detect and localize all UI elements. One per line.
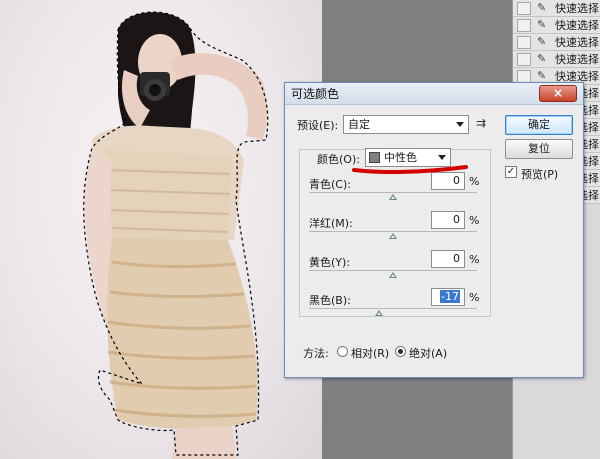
reset-button[interactable]: 复位 [505,139,573,159]
relative-label: 相对(R) [351,347,390,360]
selective-color-dialog: 可选颜色 × 预设(E): 自定 ⇉ 确定 复位 ✓ 预览(P) 颜色(O): … [284,82,584,378]
absolute-radio[interactable] [395,346,406,357]
history-toggle[interactable] [517,35,531,49]
quick-selection-brush-icon: ✎ [537,1,547,14]
neutral-color-swatch [369,152,380,163]
yellow-slider-thumb[interactable] [389,272,397,278]
black-slider-thumb[interactable] [375,310,383,316]
magenta-slider-thumb[interactable] [389,233,397,239]
magenta-unit: % [469,214,480,227]
dialog-titlebar[interactable]: 可选颜色 × [285,83,583,105]
chevron-down-icon [438,155,446,160]
preset-select[interactable]: 自定 [343,115,469,134]
preset-options-icon[interactable]: ⇉ [476,116,486,130]
yellow-slider-track[interactable] [309,270,477,271]
chevron-down-icon [456,122,464,127]
magenta-slider-track[interactable] [309,231,477,232]
history-item[interactable]: ✎快速选择 [513,17,600,34]
dialog-title: 可选颜色 [291,87,340,101]
magenta-input[interactable]: 0 [431,211,465,229]
black-label: 黑色(B): [309,294,351,307]
black-slider-track[interactable] [309,308,477,309]
black-input[interactable]: -17 [431,288,465,306]
close-button[interactable]: × [539,85,577,102]
preset-value: 自定 [348,118,370,131]
history-item[interactable]: ✎快速选择 [513,51,600,68]
relative-radio[interactable] [337,346,348,357]
preset-label: 预设(E): [297,119,339,132]
cyan-label: 青色(C): [309,178,351,191]
cyan-unit: % [469,175,480,188]
ok-button[interactable]: 确定 [505,115,573,135]
preview-label: 预览(P) [521,168,559,181]
magenta-label: 洋红(M): [309,217,353,230]
history-item[interactable]: ✎快速选择 [513,34,600,51]
history-toggle[interactable] [517,52,531,66]
history-toggle[interactable] [517,1,531,15]
black-input-selected-text: -17 [440,290,460,303]
black-unit: % [469,291,480,304]
method-label: 方法: [303,347,329,360]
cyan-slider-track[interactable] [309,192,477,193]
absolute-label: 绝对(A) [409,347,448,360]
quick-selection-brush-icon: ✎ [537,69,547,82]
quick-selection-brush-icon: ✎ [537,52,547,65]
cyan-slider-thumb[interactable] [389,194,397,200]
quick-selection-brush-icon: ✎ [537,18,547,31]
history-item[interactable]: ✎快速选择 [513,0,600,17]
quick-selection-brush-icon: ✎ [537,35,547,48]
yellow-label: 黄色(Y): [309,256,351,269]
history-toggle[interactable] [517,69,531,83]
yellow-unit: % [469,253,480,266]
red-underline-annotation [352,165,468,174]
preview-checkbox[interactable]: ✓ [505,166,517,178]
history-toggle[interactable] [517,18,531,32]
image-canvas[interactable] [0,0,322,459]
yellow-input[interactable]: 0 [431,250,465,268]
